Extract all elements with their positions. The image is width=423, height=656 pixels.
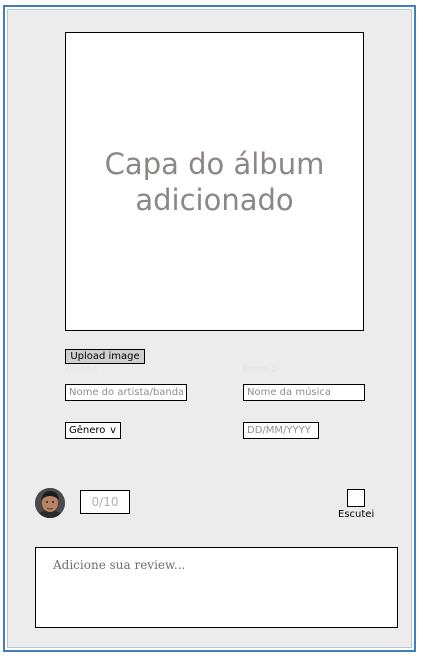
app-frame: Capa do álbum adicionado Upload image Fo… xyxy=(3,5,416,652)
review-placeholder: Adicione sua review... xyxy=(53,558,186,572)
genre-label: Gênero xyxy=(69,425,106,436)
date-input[interactable] xyxy=(243,422,319,439)
avatar-icon[interactable] xyxy=(35,488,65,518)
chevron-down-icon: v xyxy=(110,425,116,436)
album-cover-text: Capa do álbum adicionado xyxy=(104,146,325,217)
review-textarea[interactable]: Adicione sua review... xyxy=(35,547,398,628)
upload-image-button[interactable]: Upload image xyxy=(65,349,145,364)
review-form: Capa do álbum adicionado Upload image Fo… xyxy=(7,9,412,648)
listened-checkbox[interactable] xyxy=(347,489,365,507)
rating-field[interactable]: 0/10 xyxy=(80,490,130,514)
avatar-image xyxy=(35,488,65,518)
genre-select[interactable]: Gênero v xyxy=(65,422,121,439)
song-input[interactable] xyxy=(243,384,365,401)
listened-label: Escutei xyxy=(338,509,375,520)
artist-input[interactable] xyxy=(65,384,187,401)
hint-right: Fonte 2 xyxy=(243,365,277,375)
hint-left: Fonte 1 xyxy=(65,365,99,375)
album-cover-placeholder[interactable]: Capa do álbum adicionado xyxy=(65,32,364,331)
